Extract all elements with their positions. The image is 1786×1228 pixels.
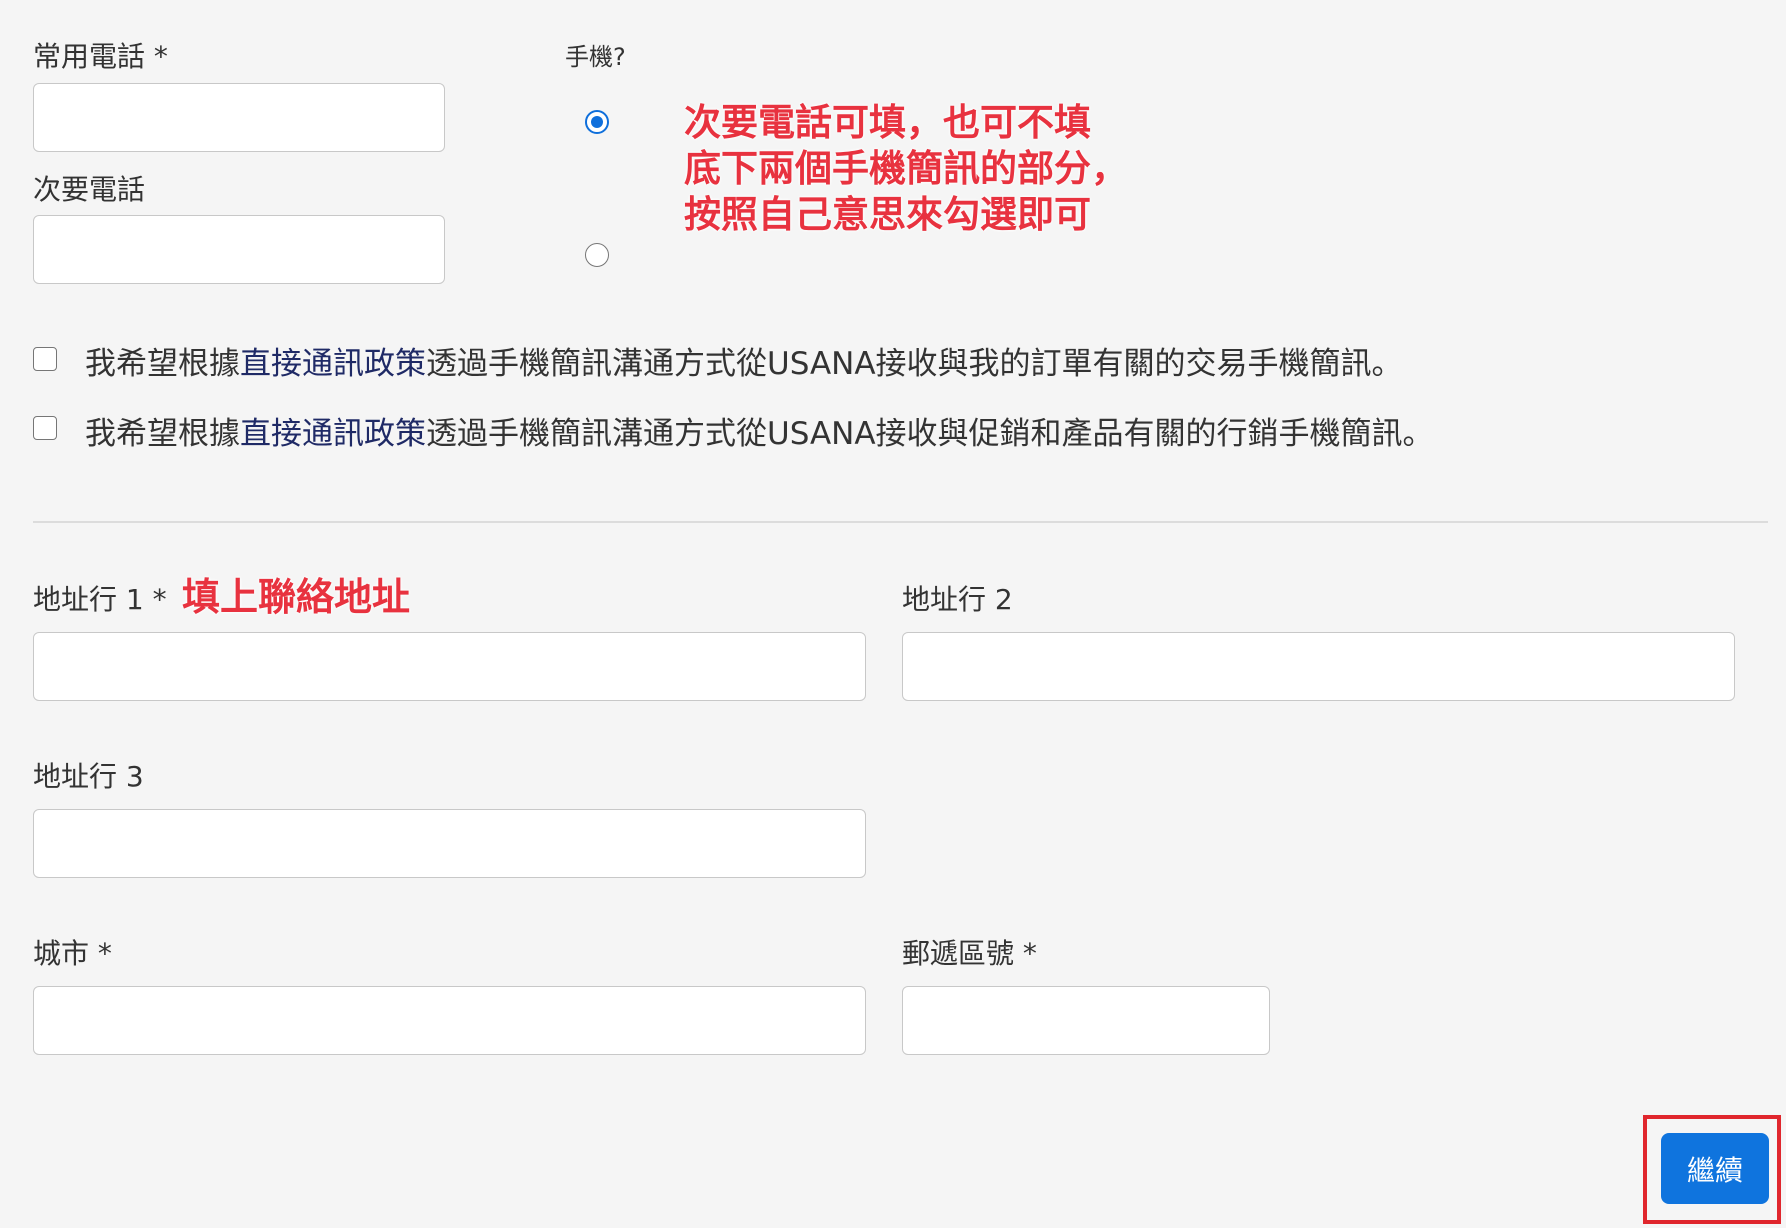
consent-marketing-checkbox[interactable] <box>33 416 57 440</box>
consent-marketing-text: 我希望根據直接通訊政策透過手機簡訊溝通方式從USANA接收與促銷和產品有關的行銷… <box>85 408 1434 453</box>
phone-annotation: 次要電話可填，也可不填 底下兩個手機簡訊的部分， 按照自己意思來勾選即可 <box>684 100 1128 238</box>
primary-mobile-radio[interactable] <box>585 110 609 134</box>
address-line1-input[interactable] <box>33 632 866 701</box>
consent-marketing-prefix: 我希望根據 <box>85 416 240 452</box>
consent-transaction-text: 我希望根據直接通訊政策透過手機簡訊溝通方式從USANA接收與我的訂單有關的交易手… <box>85 338 1403 383</box>
consent-transaction-checkbox[interactable] <box>33 347 57 371</box>
secondary-phone-label: 次要電話 <box>33 173 146 206</box>
secondary-phone-input[interactable] <box>33 215 445 284</box>
phone-annotation-line-1: 次要電話可填，也可不填 <box>684 101 1091 144</box>
address-annotation: 填上聯絡地址 <box>182 575 411 619</box>
postal-code-label: 郵遞區號 * <box>902 937 1037 970</box>
section-divider <box>33 521 1768 523</box>
secondary-mobile-radio[interactable] <box>585 243 609 267</box>
consent-transaction-prefix: 我希望根據 <box>85 346 240 382</box>
address-line2-label: 地址行 2 <box>902 583 1013 616</box>
consent-transaction-suffix: 透過手機簡訊溝通方式從USANA接收與我的訂單有關的交易手機簡訊。 <box>426 346 1403 382</box>
consent-marketing-suffix: 透過手機簡訊溝通方式從USANA接收與促銷和產品有關的行銷手機簡訊。 <box>426 416 1434 452</box>
consent-transaction-policy-link[interactable]: 直接通訊政策 <box>240 346 426 382</box>
address-line3-input[interactable] <box>33 809 866 878</box>
primary-phone-label: 常用電話 * <box>33 40 168 73</box>
phone-annotation-line-3: 按照自己意思來勾選即可 <box>684 193 1091 236</box>
address-line1-label: 地址行 1 * <box>33 583 167 616</box>
phone-annotation-line-2: 底下兩個手機簡訊的部分， <box>684 147 1128 190</box>
city-label: 城市 * <box>33 937 112 970</box>
postal-code-input[interactable] <box>902 986 1270 1055</box>
city-input[interactable] <box>33 986 866 1055</box>
consent-marketing-policy-link[interactable]: 直接通訊政策 <box>240 416 426 452</box>
address-line2-input[interactable] <box>902 632 1735 701</box>
mobile-label: 手機? <box>565 43 626 71</box>
address-line3-label: 地址行 3 <box>33 760 144 793</box>
continue-button[interactable]: 繼續 <box>1661 1133 1769 1204</box>
primary-phone-input[interactable] <box>33 83 445 152</box>
